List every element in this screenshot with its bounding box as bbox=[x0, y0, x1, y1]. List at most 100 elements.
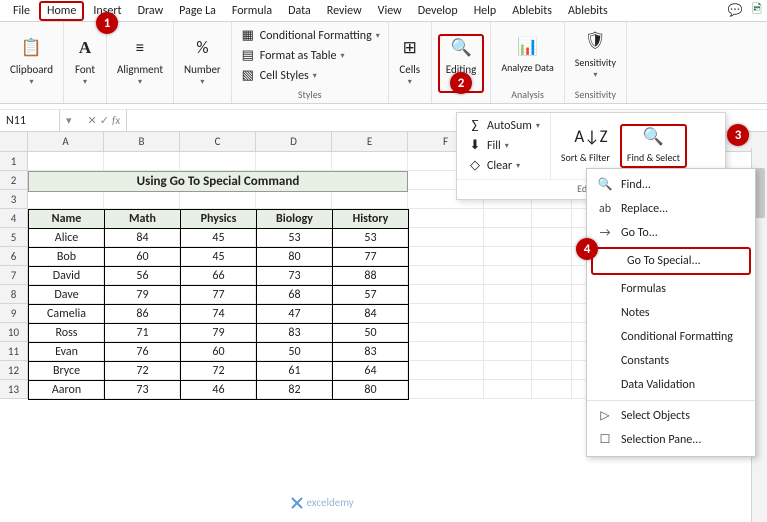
font-button[interactable]: AFont▾ bbox=[70, 38, 100, 89]
tab-ablebits1[interactable]: Ablebits bbox=[505, 1, 559, 21]
selection-pane-menu-item[interactable]: ☐Selection Pane... bbox=[587, 428, 755, 452]
table-icon: ▤ bbox=[240, 48, 256, 64]
sigma-icon: ∑ bbox=[467, 118, 483, 134]
cancel-icon[interactable]: ✕ bbox=[88, 114, 97, 127]
select-all-corner[interactable] bbox=[0, 132, 28, 151]
condfmt-icon: ▦ bbox=[240, 28, 256, 44]
notes-menu-item[interactable]: Notes bbox=[587, 301, 755, 325]
table-header: Biology bbox=[257, 210, 333, 229]
clipboard-icon: 📋 bbox=[21, 40, 43, 62]
row-header-5[interactable]: 5 bbox=[0, 228, 28, 247]
group-alignment: ≡Alignment▾ bbox=[107, 22, 174, 103]
conditional-formatting-button[interactable]: ▦Conditional Formatting▾ bbox=[238, 27, 382, 45]
alignment-icon: ≡ bbox=[129, 40, 151, 62]
tab-ablebits2[interactable]: Ablebits bbox=[561, 1, 615, 21]
find-icon: 🔍 bbox=[597, 177, 613, 193]
callout-badge-4: 4 bbox=[576, 238, 598, 260]
number-button[interactable]: %Number▾ bbox=[180, 38, 225, 89]
replace-icon: ab bbox=[597, 201, 613, 217]
row-header-12[interactable]: 12 bbox=[0, 361, 28, 380]
eraser-icon: ◇ bbox=[467, 158, 483, 174]
find-select-button[interactable]: 🔍Find & Select bbox=[623, 127, 684, 165]
find-menu-item[interactable]: 🔍Find... bbox=[587, 173, 755, 197]
cell-styles-button[interactable]: ▧Cell Styles▾ bbox=[238, 67, 319, 85]
column-header-A[interactable]: A bbox=[28, 132, 104, 151]
number-icon: % bbox=[191, 40, 213, 62]
row-header-1[interactable]: 1 bbox=[0, 152, 28, 171]
tab-developer[interactable]: Develop bbox=[411, 1, 465, 21]
analyze-data-button[interactable]: 📊Analyze Data bbox=[497, 37, 557, 75]
fx-icon[interactable]: fx bbox=[112, 114, 120, 127]
select-objects-menu-item[interactable]: ▷Select Objects bbox=[587, 404, 755, 428]
clear-button[interactable]: ◇Clear ▾ bbox=[465, 157, 542, 175]
row-header-2[interactable]: 2 bbox=[0, 171, 28, 190]
goto-menu-item[interactable]: →Go To... bbox=[587, 221, 755, 245]
goto-icon: → bbox=[597, 225, 613, 241]
magnifier-icon: 🔍 bbox=[642, 129, 664, 151]
data-validation-menu-item[interactable]: Data Validation bbox=[587, 373, 755, 397]
search-icon: 🔍 bbox=[450, 40, 472, 62]
tab-view[interactable]: View bbox=[371, 1, 409, 21]
format-as-table-button[interactable]: ▤Format as Table▾ bbox=[238, 47, 347, 65]
row-header-4[interactable]: 4 bbox=[0, 209, 28, 228]
share-icon[interactable]: 🖻 bbox=[747, 2, 767, 20]
tab-help[interactable]: Help bbox=[467, 1, 504, 21]
condfmt-menu-item[interactable]: Conditional Formatting bbox=[587, 325, 755, 349]
comments-icon[interactable]: 💬 bbox=[725, 2, 745, 20]
fill-button[interactable]: ⬇Fill ▾ bbox=[465, 137, 542, 155]
table-row: Dave79776857 bbox=[29, 286, 409, 305]
tab-draw[interactable]: Draw bbox=[131, 1, 171, 21]
row-header-6[interactable]: 6 bbox=[0, 247, 28, 266]
data-table: NameMathPhysicsBiologyHistoryAlice844553… bbox=[28, 209, 409, 400]
enter-icon[interactable]: ✓ bbox=[100, 114, 109, 127]
pointer-icon: ▷ bbox=[597, 408, 613, 424]
row-header-13[interactable]: 13 bbox=[0, 380, 28, 399]
tab-data[interactable]: Data bbox=[281, 1, 318, 21]
table-header: Math bbox=[105, 210, 181, 229]
group-cells: ⊞Cells▾ bbox=[389, 22, 432, 103]
sort-filter-button[interactable]: A↓ZSort & Filter bbox=[557, 127, 614, 165]
goto-special-menu-item[interactable]: Go To Special... bbox=[593, 249, 749, 273]
column-header-C[interactable]: C bbox=[180, 132, 256, 151]
table-row: Aaron73468280 bbox=[29, 381, 409, 400]
table-row: Camelia86744784 bbox=[29, 305, 409, 324]
sensitivity-button[interactable]: 🛡Sensitivity▾ bbox=[571, 31, 620, 82]
column-header-B[interactable]: B bbox=[104, 132, 180, 151]
alignment-button[interactable]: ≡Alignment▾ bbox=[113, 38, 167, 89]
constants-menu-item[interactable]: Constants bbox=[587, 349, 755, 373]
find-select-menu: 🔍Find... abReplace... →Go To... Go To Sp… bbox=[586, 168, 756, 457]
table-row: Evan76605083 bbox=[29, 343, 409, 362]
tab-file[interactable]: File bbox=[6, 1, 37, 21]
callout-badge-3: 3 bbox=[727, 124, 749, 146]
sheet-title: Using Go To Special Command bbox=[28, 171, 408, 192]
row-header-7[interactable]: 7 bbox=[0, 266, 28, 285]
tab-home[interactable]: Home bbox=[39, 1, 84, 21]
group-styles: ▦Conditional Formatting▾ ▤Format as Tabl… bbox=[232, 22, 389, 103]
analysis-group-label: Analysis bbox=[497, 86, 557, 101]
namebox-dropdown-icon[interactable]: ▾ bbox=[66, 114, 72, 127]
row-header-3[interactable]: 3 bbox=[0, 190, 28, 209]
column-header-E[interactable]: E bbox=[332, 132, 408, 151]
row-header-10[interactable]: 10 bbox=[0, 323, 28, 342]
group-analysis: 📊Analyze Data Analysis bbox=[491, 22, 564, 103]
row-header-11[interactable]: 11 bbox=[0, 342, 28, 361]
analyze-icon: 📊 bbox=[517, 39, 539, 61]
replace-menu-item[interactable]: abReplace... bbox=[587, 197, 755, 221]
row-header-9[interactable]: 9 bbox=[0, 304, 28, 323]
name-box[interactable]: N11 bbox=[0, 110, 60, 131]
table-row: Bryce72726164 bbox=[29, 362, 409, 381]
formulas-menu-item[interactable]: Formulas bbox=[587, 277, 755, 301]
callout-badge-2: 2 bbox=[450, 72, 472, 94]
pane-icon: ☐ bbox=[597, 432, 613, 448]
ribbon: 📋Clipboard▾ AFont▾ ≡Alignment▾ %Number▾ … bbox=[0, 22, 767, 104]
row-header-8[interactable]: 8 bbox=[0, 285, 28, 304]
autosum-button[interactable]: ∑AutoSum ▾ bbox=[465, 117, 542, 135]
sensitivity-icon: 🛡 bbox=[584, 33, 606, 55]
tab-pagelayout[interactable]: Page La bbox=[172, 1, 223, 21]
tab-formulas[interactable]: Formula bbox=[225, 1, 279, 21]
sensitivity-group-label: Sensitivity bbox=[571, 86, 620, 101]
clipboard-button[interactable]: 📋Clipboard▾ bbox=[6, 38, 57, 89]
column-header-D[interactable]: D bbox=[256, 132, 332, 151]
cells-button[interactable]: ⊞Cells▾ bbox=[395, 38, 425, 89]
tab-review[interactable]: Review bbox=[320, 1, 369, 21]
